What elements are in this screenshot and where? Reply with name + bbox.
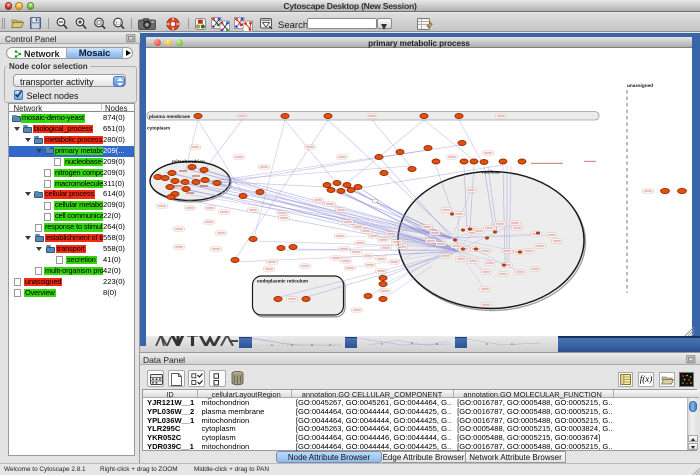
svg-text:1:1: 1:1 <box>115 20 122 25</box>
